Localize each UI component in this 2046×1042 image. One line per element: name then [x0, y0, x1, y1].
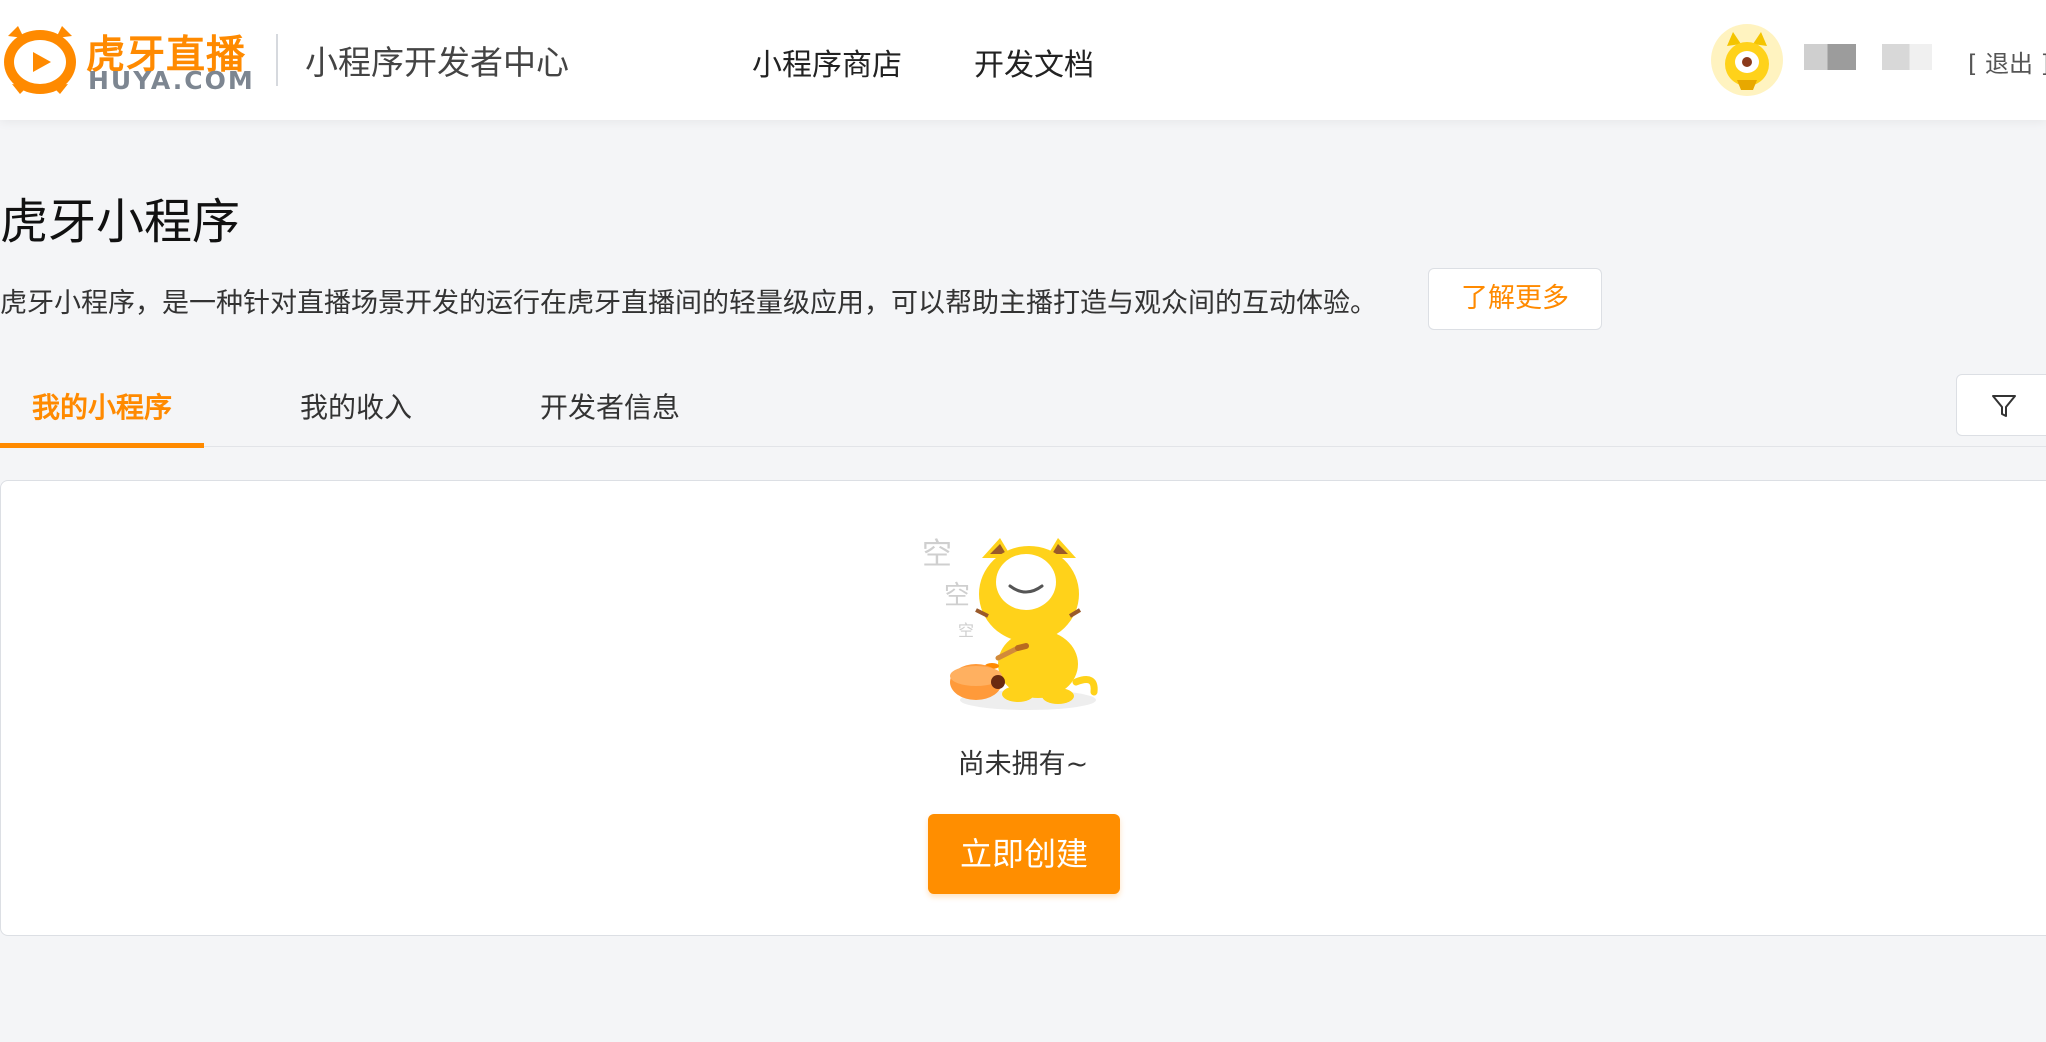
- username-redacted: [1804, 44, 1856, 70]
- page-title: 虎牙小程序: [0, 194, 241, 250]
- tab-developer-info[interactable]: 开发者信息: [540, 386, 680, 426]
- huya-logo-icon: [4, 26, 76, 94]
- illustration-text: 空: [922, 537, 952, 572]
- huya-logo[interactable]: 虎牙直播 HUYA.COM: [0, 22, 253, 98]
- user-avatar[interactable]: [1711, 24, 1783, 96]
- empty-state-message: 尚未拥有~: [957, 749, 1089, 780]
- logout-link[interactable]: [ 退出 ]: [1968, 44, 2046, 79]
- create-now-button[interactable]: 立即创建: [928, 814, 1120, 894]
- page-description: 虎牙小程序，是一种针对直播场景开发的运行在虎牙直播间的轻量级应用，可以帮助主播打…: [0, 288, 1377, 319]
- nav-mini-program-store[interactable]: 小程序商店: [752, 40, 902, 84]
- filter-icon: [1992, 395, 2016, 417]
- nav-developer-docs[interactable]: 开发文档: [974, 40, 1094, 84]
- empty-tiger-mascot-icon: 空 空 空: [922, 537, 1098, 710]
- site-title: 小程序开发者中心: [305, 43, 569, 82]
- learn-more-button[interactable]: 了解更多: [1428, 268, 1602, 330]
- illustration-text: 空: [944, 581, 970, 611]
- active-tab-indicator: [0, 443, 204, 448]
- top-navigation-bar: 虎牙直播 HUYA.COM 小程序开发者中心 小程序商店 开发文档 [ 退出 ]: [0, 0, 2046, 120]
- tab-my-mini-programs[interactable]: 我的小程序: [32, 386, 172, 426]
- header-divider: [276, 34, 278, 86]
- user-info-redacted: [1882, 44, 1932, 70]
- illustration-text: 空: [958, 621, 974, 640]
- filter-button[interactable]: [1956, 374, 2046, 436]
- logo-english-text: HUYA.COM: [88, 66, 255, 95]
- tab-my-income[interactable]: 我的收入: [300, 386, 412, 426]
- tabs-divider: [0, 446, 2046, 447]
- tiger-mascot-avatar-icon: [1725, 32, 1769, 90]
